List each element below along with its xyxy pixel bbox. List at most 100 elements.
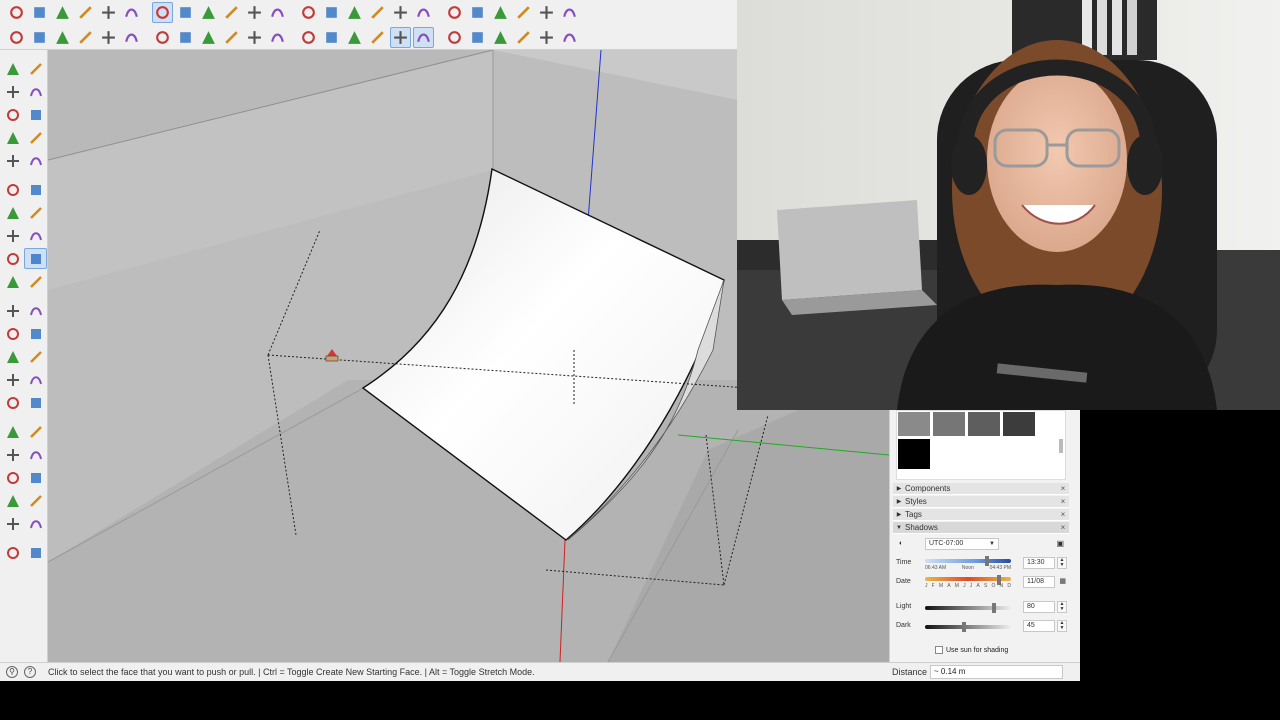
light-input[interactable]: 80 [1023, 601, 1055, 613]
sandbox-from-contours-icon[interactable] [1, 513, 24, 534]
line-icon[interactable] [1, 127, 24, 148]
polygon-icon[interactable] [24, 179, 47, 200]
paint-icon[interactable] [24, 392, 47, 413]
tag-icon[interactable] [1, 104, 24, 125]
timezone-select[interactable]: UTC-07:00 ▼ [925, 538, 999, 550]
text-icon[interactable] [298, 2, 319, 23]
swatch-scrollbar[interactable] [1059, 439, 1063, 453]
measurements-input[interactable]: ~ 0.14 m [930, 665, 1063, 679]
section-plane-icon[interactable] [1, 392, 24, 413]
dark-slider-thumb[interactable] [961, 622, 966, 632]
orbit-icon[interactable] [24, 58, 47, 79]
rectangle-icon[interactable] [1, 150, 24, 171]
solid-union-icon[interactable] [152, 27, 173, 48]
smoove-icon[interactable] [1, 542, 24, 563]
dimension-icon[interactable] [24, 323, 47, 344]
scale-icon[interactable] [1, 300, 24, 321]
paint-bucket-icon[interactable] [321, 2, 342, 23]
right-view-icon[interactable] [513, 27, 534, 48]
position-camera-icon[interactable] [467, 2, 488, 23]
select-icon[interactable] [29, 2, 50, 23]
top-view-icon[interactable] [467, 27, 488, 48]
textured-icon[interactable] [413, 27, 434, 48]
material-swatch[interactable] [898, 412, 930, 436]
close-icon[interactable]: × [1057, 484, 1069, 493]
protractor-icon[interactable] [1, 346, 24, 367]
walk-icon[interactable] [444, 2, 465, 23]
home-icon[interactable] [52, 27, 73, 48]
solid-outer-icon[interactable] [267, 27, 288, 48]
material-swatch[interactable] [898, 439, 930, 469]
circle-icon[interactable] [1, 179, 24, 200]
sandbox-from-scratch-icon[interactable] [24, 513, 47, 534]
push-pull-icon[interactable] [152, 2, 173, 23]
back-view-icon[interactable] [536, 27, 557, 48]
zoom-window-icon[interactable] [24, 421, 47, 442]
rotate-icon[interactable] [1, 271, 24, 292]
use-sun-checkbox[interactable] [935, 646, 943, 654]
look-around-icon[interactable] [490, 2, 511, 23]
follow-me-icon[interactable] [24, 271, 47, 292]
close-icon[interactable]: × [1057, 510, 1069, 519]
position-camera-icon[interactable] [1, 467, 24, 488]
3d-text-icon[interactable] [24, 369, 47, 390]
hidden-line-icon[interactable] [367, 27, 388, 48]
eraser-soft-icon[interactable] [24, 104, 47, 125]
three-point-arc-icon[interactable] [24, 225, 47, 246]
rotate-icon[interactable] [221, 2, 242, 23]
solid-subtract-icon[interactable] [175, 27, 196, 48]
tray-section-components[interactable]: ▶ Components × [893, 483, 1069, 495]
shaded-icon[interactable] [390, 27, 411, 48]
freehand-icon[interactable] [24, 127, 47, 148]
eraser-icon[interactable] [24, 81, 47, 102]
light-slider-thumb[interactable] [991, 603, 996, 613]
scale-icon[interactable] [244, 2, 265, 23]
dark-spinner[interactable]: ▲ ▼ [1057, 620, 1067, 632]
component-icon[interactable] [6, 27, 27, 48]
tape-measure-icon[interactable] [1, 323, 24, 344]
sandbox-icon[interactable] [413, 2, 434, 23]
close-icon[interactable]: × [1057, 497, 1069, 506]
zoom-icon[interactable] [24, 444, 47, 465]
tray-section-tags[interactable]: ▶ Tags × [893, 509, 1069, 521]
paint-bucket-icon[interactable] [1, 81, 24, 102]
dark-input[interactable]: 45 [1023, 620, 1055, 632]
shadow-toggle-icon[interactable]: ◐ [899, 540, 903, 547]
look-around-icon[interactable] [24, 467, 47, 488]
material-swatch[interactable] [933, 412, 965, 436]
axes-icon[interactable] [1, 369, 24, 390]
time-spinner[interactable]: ▲ ▼ [1057, 557, 1067, 569]
xray-icon[interactable] [298, 27, 319, 48]
move-icon[interactable] [198, 2, 219, 23]
light-spinner[interactable]: ▲ ▼ [1057, 601, 1067, 613]
push-pull-icon[interactable] [24, 248, 47, 269]
material-swatch[interactable] [1003, 412, 1035, 436]
display-section-icon[interactable] [536, 2, 557, 23]
help-icon[interactable]: ? [24, 666, 36, 678]
share-icon[interactable] [98, 27, 119, 48]
solid-trim-icon[interactable] [221, 27, 242, 48]
solid-split-icon[interactable] [244, 27, 265, 48]
material-swatch[interactable] [968, 412, 1000, 436]
front-view-icon[interactable] [490, 27, 511, 48]
move-icon[interactable] [1, 248, 24, 269]
date-input[interactable]: 11/08 [1023, 576, 1055, 588]
tray-section-styles[interactable]: ▶ Styles × [893, 496, 1069, 508]
rectangle-icon[interactable] [121, 2, 142, 23]
rotated-rectangle-icon[interactable] [24, 150, 47, 171]
light-slider[interactable] [925, 606, 1011, 610]
footprint-icon[interactable] [24, 490, 47, 511]
back-edges-icon[interactable] [321, 27, 342, 48]
wireframe-icon[interactable] [344, 27, 365, 48]
eraser-icon[interactable] [52, 2, 73, 23]
pan-icon[interactable] [1, 421, 24, 442]
solid-intersect-icon[interactable] [198, 27, 219, 48]
select-icon[interactable] [1, 58, 24, 79]
search-icon[interactable] [6, 2, 27, 23]
pie-icon[interactable] [24, 202, 47, 223]
iso-view-icon[interactable] [444, 27, 465, 48]
walk-icon[interactable] [1, 490, 24, 511]
group-icon[interactable] [29, 27, 50, 48]
tray-section-shadows[interactable]: ▼ Shadows × [893, 522, 1069, 534]
geolocation-icon[interactable]: ⚲ [6, 666, 18, 678]
